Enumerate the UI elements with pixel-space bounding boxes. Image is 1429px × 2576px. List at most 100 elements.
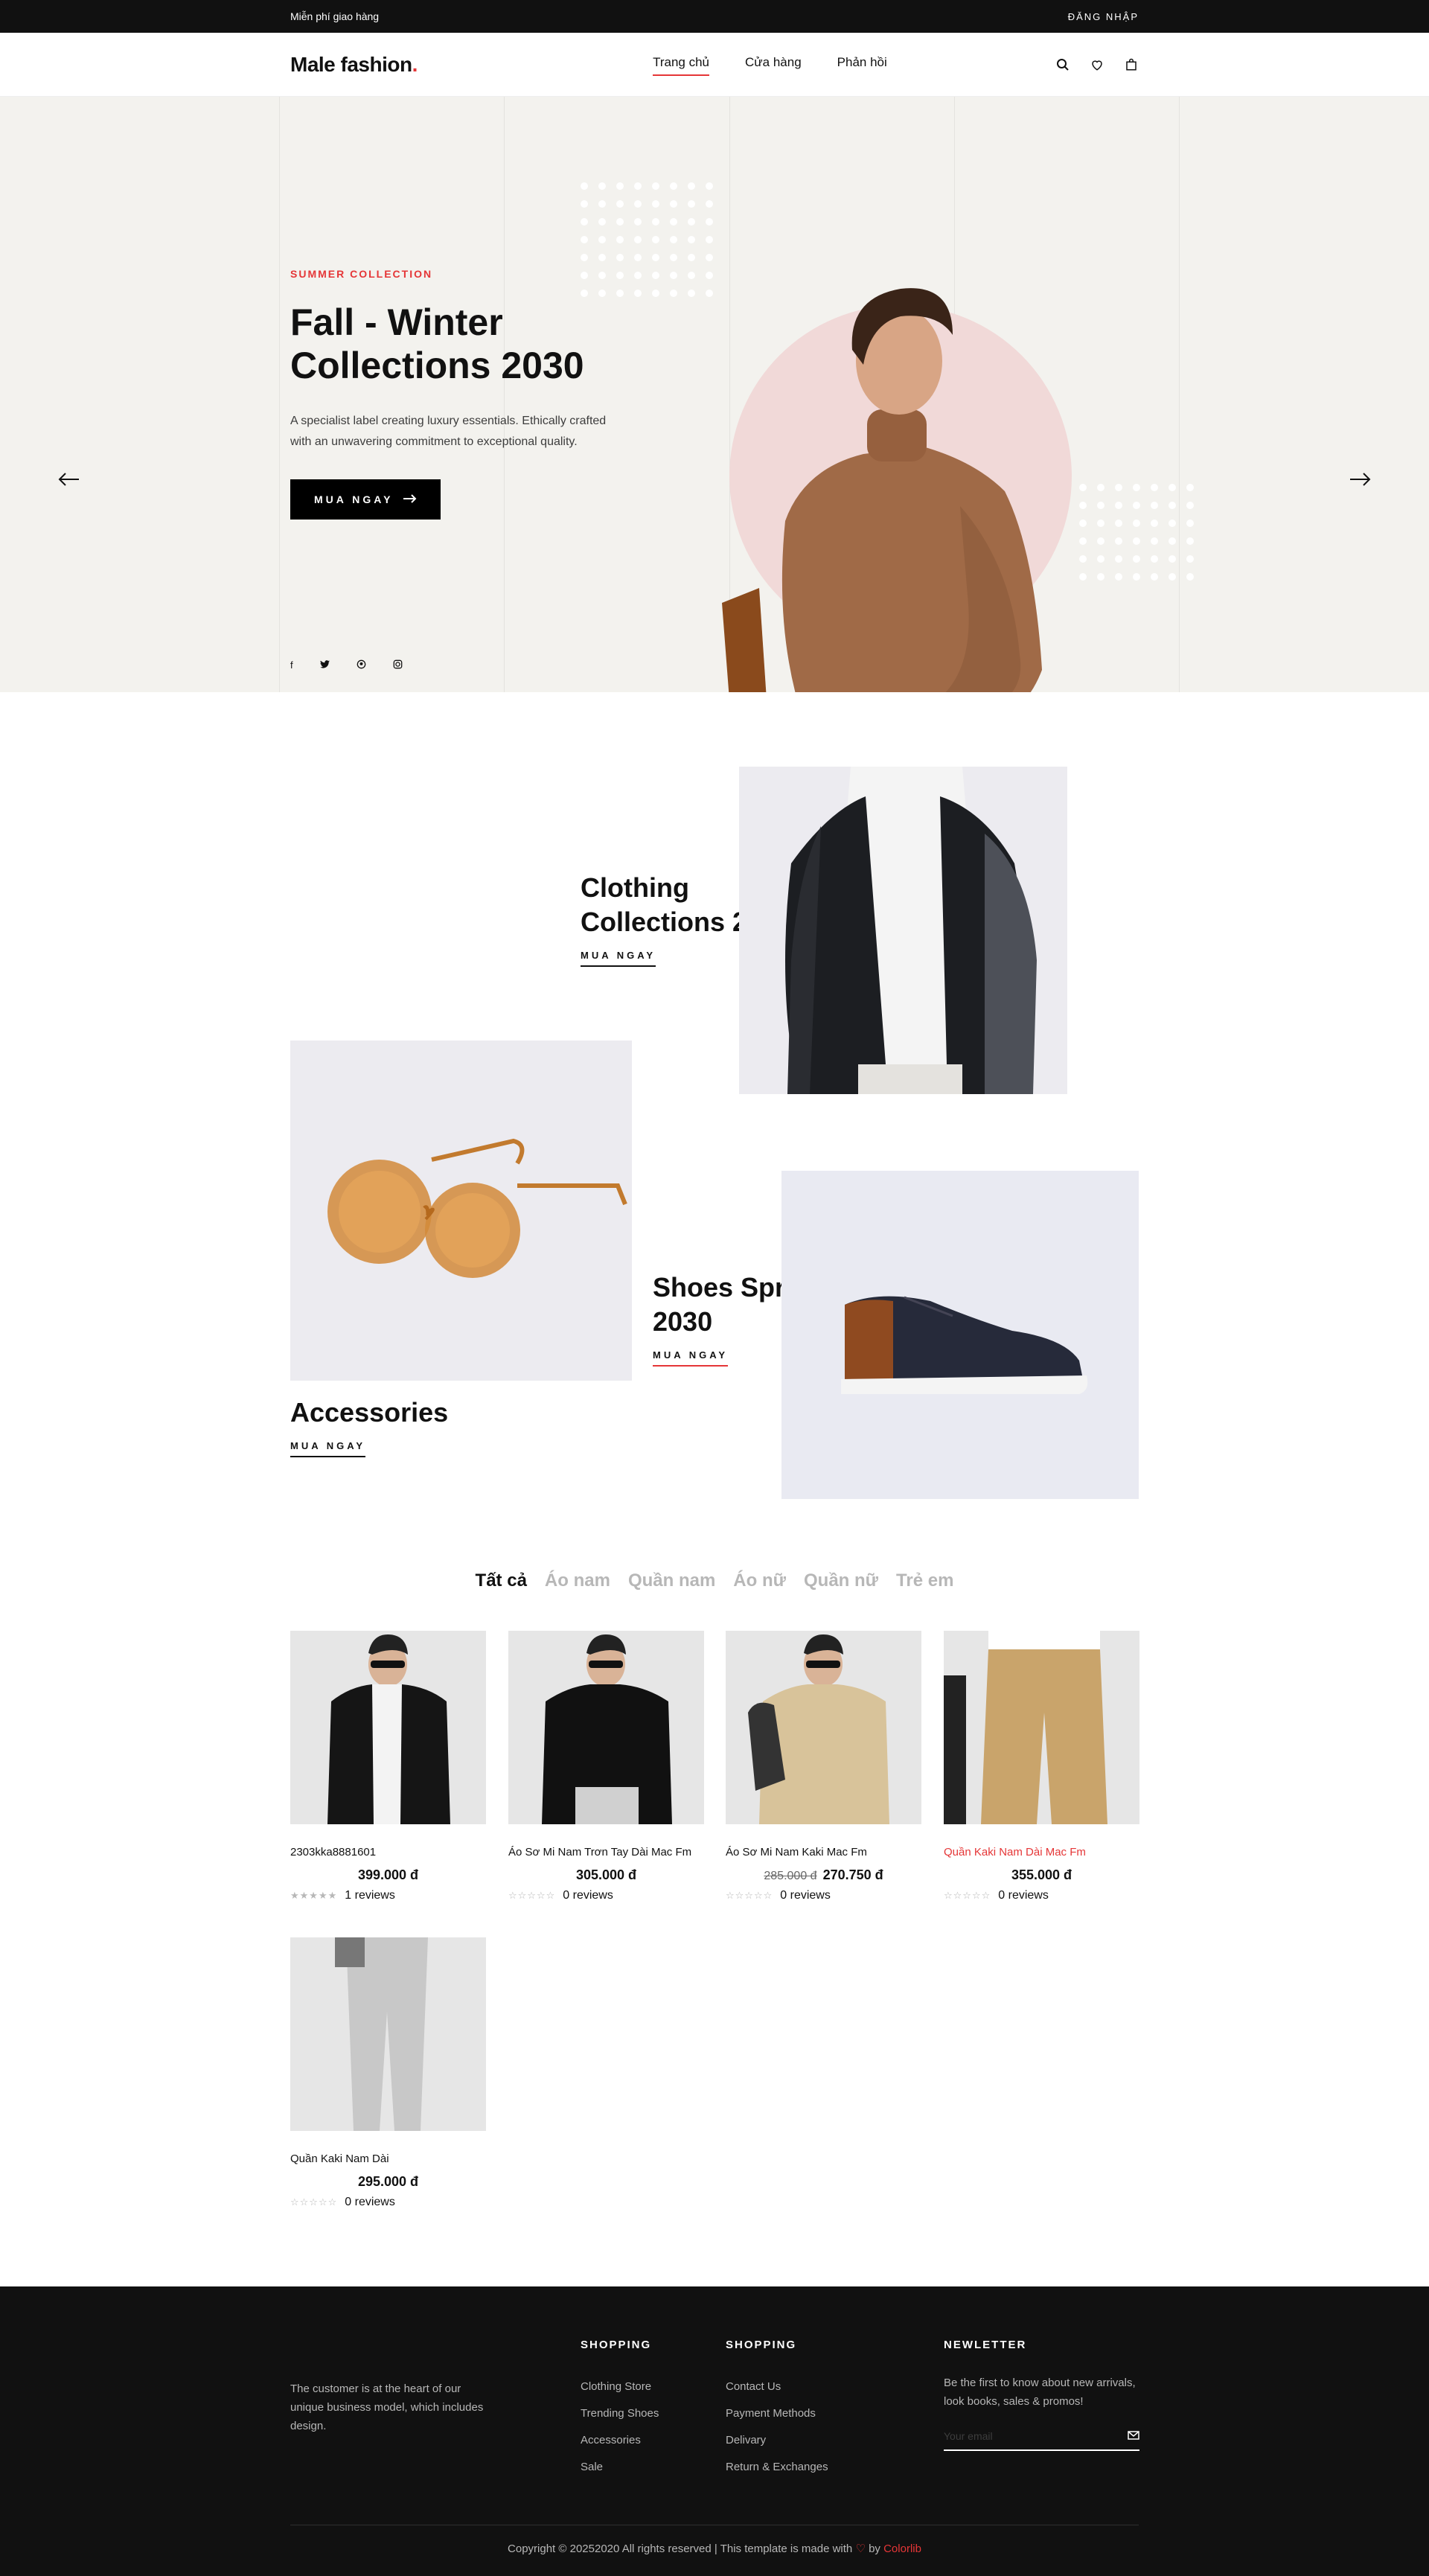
banner-clothing-title-line1: Clothing [581, 872, 689, 903]
instagram-icon[interactable] [393, 659, 403, 671]
footer-link[interactable]: Sale [581, 2454, 659, 2481]
footer-about: The customer is at the heart of our uniq… [290, 2382, 484, 2432]
dot [1133, 520, 1140, 527]
dot [670, 254, 677, 261]
dot [706, 200, 713, 208]
envelope-icon[interactable] [1128, 2430, 1139, 2442]
product-price: 295.000 đ [290, 2174, 486, 2190]
banner-accessories-image[interactable] [290, 1041, 632, 1381]
banner-section: Clothing Collections 2030 MUA NGAY Acces… [290, 692, 1139, 1556]
colorlib-link[interactable]: Colorlib [883, 2543, 921, 2555]
dot [598, 200, 606, 208]
shop-now-button[interactable]: MUA NGAY [290, 479, 441, 520]
product-name[interactable]: Quần Kaki Nam Dài [290, 2152, 486, 2165]
banner-shoes-shop-link[interactable]: MUA NGAY [653, 1349, 729, 1367]
product-image[interactable] [290, 1937, 486, 2131]
dot [688, 290, 695, 297]
logo[interactable]: Male fashion. [290, 53, 418, 77]
filter-tab-all[interactable]: Tất cả [476, 1570, 527, 1591]
search-icon[interactable] [1055, 57, 1070, 72]
product-rating: ☆☆☆☆☆ 0 reviews [726, 1889, 921, 1902]
nav-feedback[interactable]: Phản hồi [837, 55, 887, 74]
free-shipping-text: Miễn phí giao hàng [290, 10, 380, 22]
product-name[interactable]: Quần Kaki Nam Dài Mac Fm [944, 1846, 1139, 1859]
filter-tab-women-shirts[interactable]: Áo nữ [733, 1570, 786, 1591]
twitter-icon[interactable] [319, 659, 330, 671]
pinterest-icon[interactable] [357, 659, 366, 671]
hero-gridline [279, 97, 280, 692]
footer-link[interactable]: Delivary [726, 2427, 828, 2454]
product-image[interactable] [508, 1631, 704, 1824]
product-image[interactable] [944, 1631, 1139, 1824]
product-price-value: 355.000 đ [1011, 1867, 1072, 1882]
dot [581, 254, 588, 261]
dot [688, 218, 695, 226]
dot [616, 182, 624, 190]
dot [1169, 502, 1176, 509]
banner-clothing-image[interactable] [739, 767, 1067, 1094]
login-link[interactable]: ĐĂNG NHẬP [1068, 11, 1139, 22]
dot [581, 200, 588, 208]
filter-tab-men-pants[interactable]: Quần nam [628, 1570, 715, 1591]
product-name[interactable]: 2303kka8881601 [290, 1846, 486, 1859]
dot [688, 182, 695, 190]
dot [706, 254, 713, 261]
product-price-value: 399.000 đ [357, 1867, 419, 1882]
dot [581, 218, 588, 226]
banner-accessories-title: Accessories [290, 1397, 449, 1428]
product-card[interactable]: 2303kka8881601 399.000 đ ★★★★★ 1 reviews [290, 1631, 486, 1902]
dot [1169, 573, 1176, 581]
hero-kicker: SUMMER COLLECTION [290, 268, 433, 280]
footer-link[interactable]: Contact Us [726, 2374, 828, 2400]
header-icons [1055, 57, 1139, 72]
product-card[interactable]: Áo Sơ Mi Nam Trơn Tay Dài Mac Fm 305.000… [508, 1631, 704, 1902]
footer-link[interactable]: Trending Shoes [581, 2400, 659, 2427]
product-card[interactable]: Quần Kaki Nam Dài Mac Fm 355.000 đ ☆☆☆☆☆… [944, 1631, 1139, 1902]
footer-link[interactable]: Accessories [581, 2427, 659, 2454]
heart-icon[interactable] [1090, 57, 1104, 72]
dot [706, 236, 713, 243]
hero-description: A specialist label creating luxury essen… [290, 415, 607, 448]
dot [1133, 555, 1140, 563]
product-reviews-count: 0 reviews [345, 2196, 395, 2208]
hero-social-links: f [290, 659, 403, 671]
filter-tab-kids[interactable]: Trẻ em [896, 1570, 953, 1591]
bag-icon[interactable] [1124, 57, 1139, 72]
footer-link[interactable]: Payment Methods [726, 2400, 828, 2427]
main-nav: Trang chủ Cửa hàng Phản hồi [653, 55, 887, 76]
slider-prev-arrow-icon[interactable] [58, 467, 80, 493]
newsletter-email-placeholder[interactable]: Your email [944, 2430, 993, 2442]
product-name[interactable]: Áo Sơ Mi Nam Trơn Tay Dài Mac Fm [508, 1846, 704, 1859]
product-reviews-count: 1 reviews [345, 1889, 395, 1902]
slider-next-arrow-icon[interactable] [1349, 467, 1371, 493]
footer-shopping-col-2: SHOPPING Contact Us Payment Methods Deli… [726, 2339, 828, 2481]
filter-tab-men-shirts[interactable]: Áo nam [545, 1570, 610, 1591]
dot [1169, 537, 1176, 545]
product-image[interactable] [290, 1631, 486, 1824]
dot [688, 272, 695, 279]
dot [1151, 520, 1158, 527]
product-name[interactable]: Áo Sơ Mi Nam Kaki Mac Fm [726, 1846, 921, 1859]
product-price: 305.000 đ [508, 1867, 704, 1883]
banner-accessories-shop-link[interactable]: MUA NGAY [290, 1440, 366, 1457]
banner-shoes-image[interactable] [781, 1171, 1139, 1499]
newsletter-email-field[interactable]: Your email [944, 2430, 1139, 2451]
dot [581, 236, 588, 243]
hero-model-image [722, 288, 1042, 692]
star-rating-icon: ★★★★★ [290, 1890, 338, 1901]
product-image[interactable] [726, 1631, 921, 1824]
facebook-icon[interactable]: f [290, 659, 293, 671]
product-card[interactable]: Quần Kaki Nam Dài 295.000 đ ☆☆☆☆☆ 0 revi… [290, 1937, 486, 2209]
copyright-by: by [869, 2543, 880, 2555]
banner-clothing-shop-link[interactable]: MUA NGAY [581, 950, 656, 967]
nav-home[interactable]: Trang chủ [653, 55, 709, 76]
dot [652, 200, 659, 208]
footer-link[interactable]: Return & Exchanges [726, 2454, 828, 2481]
filter-tab-women-pants[interactable]: Quần nữ [804, 1570, 878, 1591]
footer-link[interactable]: Clothing Store [581, 2374, 659, 2400]
hero-title-line2: Collections 2030 [290, 345, 584, 386]
nav-shop[interactable]: Cửa hàng [745, 55, 802, 74]
dot [706, 272, 713, 279]
product-card[interactable]: Áo Sơ Mi Nam Kaki Mac Fm 285.000 đ 270.75… [726, 1631, 921, 1902]
dot [652, 218, 659, 226]
